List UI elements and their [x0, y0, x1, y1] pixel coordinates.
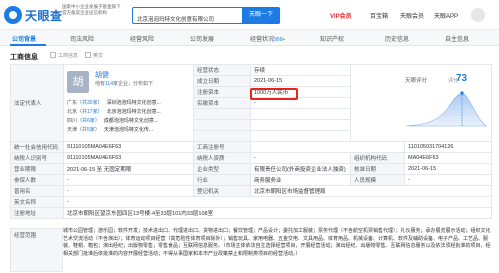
- former-label: 曾用名: [10, 185, 64, 197]
- tab-judicial-risk[interactable]: 司法风险: [70, 34, 94, 43]
- type-label: 企业类型: [193, 163, 251, 175]
- tab-bar: 公司背景 司法风险 经营风险 公司发展 经营状况999+ 知识产权 历史信息 自…: [0, 30, 499, 46]
- rep-count: 共5家: [82, 127, 95, 133]
- legal-rep-card: 胡 胡健 他有114家企业，分布如下 广东（共35家） 深圳泡泡玛特文化创意...…: [63, 67, 193, 147]
- type-value: 有限责任公司(外商投资企业法人独资): [250, 163, 351, 175]
- regno-label: 工商注册号: [193, 141, 251, 153]
- rep-count: 共35家: [82, 100, 98, 106]
- tab-company-development[interactable]: 公司发展: [190, 34, 214, 43]
- legal-rep-avatar[interactable]: 胡: [67, 71, 89, 93]
- rep-row[interactable]: 广东（共35家） 深圳泡泡玛特文化创意...: [67, 99, 195, 106]
- brand-name: 天眼查: [25, 8, 63, 23]
- tab-operating-status-label: 经营状况: [250, 37, 275, 43]
- tab-operating-status[interactable]: 经营状况999+: [250, 34, 285, 43]
- rep-company: 成都泡泡玛特文化创意...: [103, 118, 158, 124]
- option-checkbox-1[interactable]: [50, 52, 56, 58]
- tab-history[interactable]: 历史信息: [385, 34, 409, 43]
- rep-row[interactable]: 天津（共5家） 天津泡泡玛特文化传...: [67, 126, 195, 133]
- app-link[interactable]: 天眼APP: [434, 11, 458, 20]
- capital-label: 注册资本: [193, 86, 251, 98]
- insured-label: 参保人数: [10, 174, 64, 186]
- taxid-value: 91110105MA04E6F63: [63, 152, 194, 164]
- address-label: 注册地址: [10, 207, 64, 219]
- approve-label: 核准日期: [350, 163, 405, 175]
- option-label-1: 工商信息: [58, 53, 79, 59]
- tab-operating-risk[interactable]: 经营风险: [130, 34, 154, 43]
- rep-row[interactable]: 北京（共17家） 北京泡泡玛特文化创意...: [67, 108, 195, 115]
- rep-city: 天津: [67, 127, 78, 133]
- legal-rep-desc: 他有114家企业，分布如下: [95, 80, 153, 87]
- legal-rep-label: 法定代表人: [10, 64, 64, 142]
- option-label-2: 英文: [93, 53, 104, 59]
- brand-logo[interactable]: 天眼查: [4, 5, 63, 25]
- taxpayer-value: -: [250, 152, 351, 164]
- gov-tag-line2: 官方备案企业征信机构: [62, 10, 107, 15]
- former-value: -: [63, 185, 194, 197]
- search-button[interactable]: 天眼一下: [242, 7, 280, 24]
- score-distribution-curve: [405, 93, 487, 127]
- tab-company-background[interactable]: 公司背景: [12, 34, 36, 43]
- score-value: 73: [456, 73, 468, 84]
- desc-prefix: 他有: [95, 81, 106, 87]
- orgcode-value: MA04E6F63: [404, 152, 492, 164]
- search-box: 天眼一下: [132, 7, 280, 27]
- avatar[interactable]: [471, 8, 485, 22]
- rep-count: 共6家: [82, 118, 95, 124]
- top-bar: 天眼查 国家中小企业发展子基金旗下 官方备案企业征信机构 天眼一下 VIP会员 …: [0, 0, 499, 30]
- rep-city: 北京: [67, 109, 78, 115]
- regno-value: 110105031704126: [404, 141, 492, 153]
- gov-tag: 国家中小企业发展子基金旗下 官方备案企业征信机构: [62, 4, 132, 16]
- industry-value: 商务服务业: [250, 174, 351, 186]
- founded-value: 2021-06-15: [250, 75, 351, 87]
- industry-label: 行业: [193, 174, 251, 186]
- term-label: 营业期限: [10, 163, 64, 175]
- founded-label: 成立日期: [193, 75, 251, 87]
- uscc-label: 统一社会信用代码: [10, 141, 64, 153]
- authority-value: 北京市朝阳区市场监督管理局: [250, 185, 492, 197]
- active-tab-indicator: [10, 44, 46, 46]
- en-label: 英文名称: [10, 196, 64, 208]
- staff-label: 人员规模: [350, 174, 405, 186]
- search-input[interactable]: [133, 11, 243, 27]
- tab-ip[interactable]: 知识产权: [320, 34, 344, 43]
- desc-count[interactable]: 114: [105, 81, 113, 87]
- approve-value: 2021-06-15: [404, 163, 492, 175]
- orgcode-label: 组织机构代码: [350, 152, 405, 164]
- option-checkbox-2[interactable]: [85, 52, 91, 58]
- insured-value: -: [63, 174, 194, 186]
- address-value: 北京市朝阳区望京东园四区13号楼-4至33层101内33层108室: [63, 207, 492, 219]
- member-link[interactable]: 天眼会员: [400, 11, 424, 20]
- authority-label: 登记机关: [193, 185, 251, 197]
- tab-count-badge: 999+: [274, 37, 286, 43]
- rep-count: 共17家: [82, 109, 98, 115]
- tab-self-info[interactable]: 自主信息: [445, 34, 469, 43]
- legal-rep-name[interactable]: 胡健: [95, 70, 109, 80]
- eye-icon: [4, 6, 22, 24]
- rep-company: 天津泡泡玛特文化传...: [103, 127, 153, 133]
- score-marker-dot: [460, 91, 464, 95]
- score-label: 天眼评分: [405, 78, 428, 84]
- score-distribution-chart: [405, 91, 487, 127]
- staff-value: -: [404, 174, 492, 186]
- paid-label: 实缴资本: [193, 97, 251, 109]
- section-title: 工商信息: [10, 54, 38, 61]
- taxpayer-label: 纳税人资质: [193, 152, 251, 164]
- scope-label: 经营范围: [10, 228, 63, 272]
- rep-row[interactable]: 四川（共6家） 成都泡泡玛特文化创意...: [67, 117, 195, 124]
- status-label: 经营状态: [193, 64, 251, 76]
- rep-city: 四川: [67, 118, 78, 124]
- taxid-label: 纳税人识别号: [10, 152, 64, 164]
- rep-company: 深圳泡泡玛特文化创意...: [106, 100, 161, 106]
- scope-value: 城市公园管理；游乐园；软件开发；技术进出口、代理进出口、货物进出口；餐饮管理；产…: [63, 228, 491, 257]
- founded-date-highlight: [250, 88, 298, 100]
- desc-suffix: 家企业，分布如下: [113, 81, 154, 87]
- rep-company: 北京泡泡玛特文化创意...: [106, 109, 161, 115]
- term-value: 2021-06-15 至 无固定期限: [63, 163, 194, 175]
- status-value: 存续: [250, 64, 351, 76]
- toolbox-link[interactable]: 百宝箱: [370, 11, 388, 20]
- rep-city: 广东: [67, 100, 78, 106]
- en-value: -: [63, 196, 492, 208]
- vip-link[interactable]: VIP会员: [330, 11, 352, 20]
